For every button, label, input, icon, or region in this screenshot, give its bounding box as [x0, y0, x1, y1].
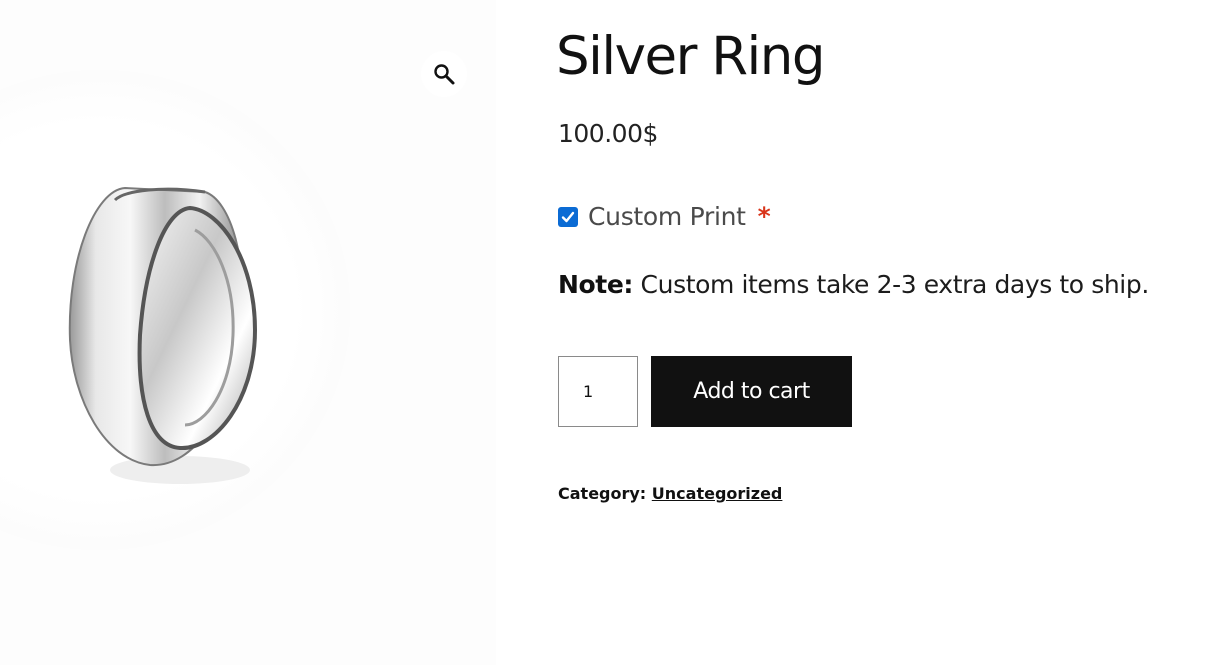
product-price: 100.00$	[558, 119, 658, 148]
zoom-button[interactable]	[421, 51, 467, 97]
note-text: Custom items take 2-3 extra days to ship…	[633, 270, 1150, 299]
magnifier-icon	[434, 64, 455, 85]
silver-ring-image[interactable]	[55, 170, 295, 500]
product-meta: Category: Uncategorized	[558, 484, 782, 503]
custom-print-checkbox[interactable]	[558, 206, 578, 227]
custom-print-label[interactable]: Custom Print	[588, 202, 746, 231]
shipping-note: Note: Custom items take 2-3 extra days t…	[558, 270, 1149, 299]
product-gallery	[0, 0, 496, 665]
quantity-input[interactable]	[558, 356, 638, 427]
custom-print-option: Custom Print *	[558, 202, 771, 231]
category-link[interactable]: Uncategorized	[652, 484, 783, 503]
required-mark: *	[757, 202, 771, 231]
note-label: Note:	[558, 270, 634, 299]
add-to-cart-button[interactable]: Add to cart	[651, 356, 852, 427]
product-title: Silver Ring	[556, 26, 826, 87]
category-label: Category:	[558, 484, 647, 503]
checkmark-icon	[561, 211, 575, 222]
